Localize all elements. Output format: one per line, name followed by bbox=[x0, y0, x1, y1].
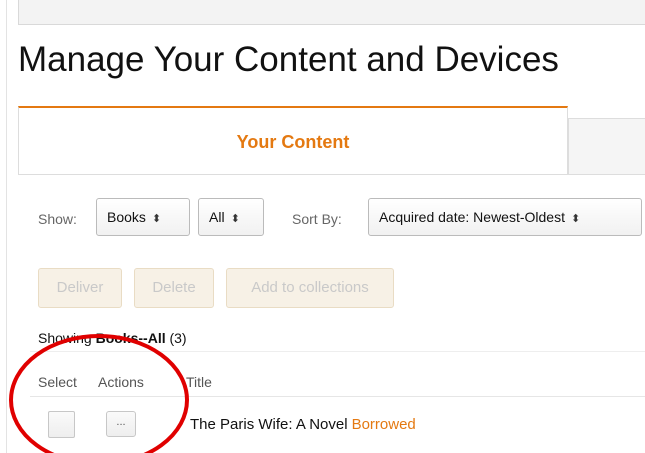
row-actions-button[interactable]: ... bbox=[106, 411, 136, 437]
sort-select[interactable]: Acquired date: Newest-Oldest ⬍ bbox=[368, 198, 642, 236]
content-filter-select[interactable]: All ⬍ bbox=[198, 198, 264, 236]
sort-by-label: Sort By: bbox=[292, 211, 342, 227]
tab-your-content[interactable]: Your Content bbox=[18, 106, 568, 174]
tabs-divider bbox=[18, 174, 645, 175]
select-caret-icon: ⬍ bbox=[570, 213, 581, 225]
showing-prefix: Showing bbox=[38, 330, 96, 346]
tab-your-content-label: Your Content bbox=[236, 132, 350, 152]
column-header-actions: Actions bbox=[98, 374, 144, 390]
content-type-value: Books bbox=[107, 209, 146, 225]
select-caret-icon: ⬍ bbox=[230, 213, 240, 225]
content-filter-value: All bbox=[209, 209, 225, 225]
page-left-border bbox=[6, 0, 7, 453]
page-title: Manage Your Content and Devices bbox=[18, 40, 559, 79]
top-bar bbox=[18, 0, 645, 25]
row-status-badge: Borrowed bbox=[351, 416, 416, 433]
column-header-select: Select bbox=[38, 374, 77, 390]
table-row: ... The Paris Wife: A Novel Borrowed bbox=[0, 396, 645, 453]
tab-your-devices[interactable] bbox=[568, 118, 645, 174]
showing-category: Books--All bbox=[95, 330, 166, 346]
content-tabs: Your Content bbox=[18, 106, 645, 176]
row-select-checkbox[interactable] bbox=[48, 411, 75, 438]
summary-divider bbox=[30, 351, 645, 352]
add-to-collections-button[interactable]: Add to collections bbox=[226, 268, 394, 308]
column-header-title[interactable]: Title bbox=[186, 374, 212, 390]
row-title: The Paris Wife: A Novel Borrowed bbox=[190, 416, 416, 433]
showing-count: (3) bbox=[169, 330, 187, 346]
filter-toolbar: Show: Books ⬍ All ⬍ Sort By: Acquired date… bbox=[38, 198, 645, 238]
showing-summary: Showing Books--All (3) bbox=[38, 330, 187, 346]
delete-button[interactable]: Delete bbox=[134, 268, 214, 308]
content-type-select[interactable]: Books ⬍ bbox=[96, 198, 190, 236]
select-caret-icon: ⬍ bbox=[151, 213, 162, 225]
sort-value: Acquired date: Newest-Oldest bbox=[379, 209, 565, 225]
deliver-button[interactable]: Deliver bbox=[38, 268, 122, 308]
show-label: Show: bbox=[38, 211, 77, 227]
row-title-text[interactable]: The Paris Wife: A Novel bbox=[190, 416, 348, 433]
